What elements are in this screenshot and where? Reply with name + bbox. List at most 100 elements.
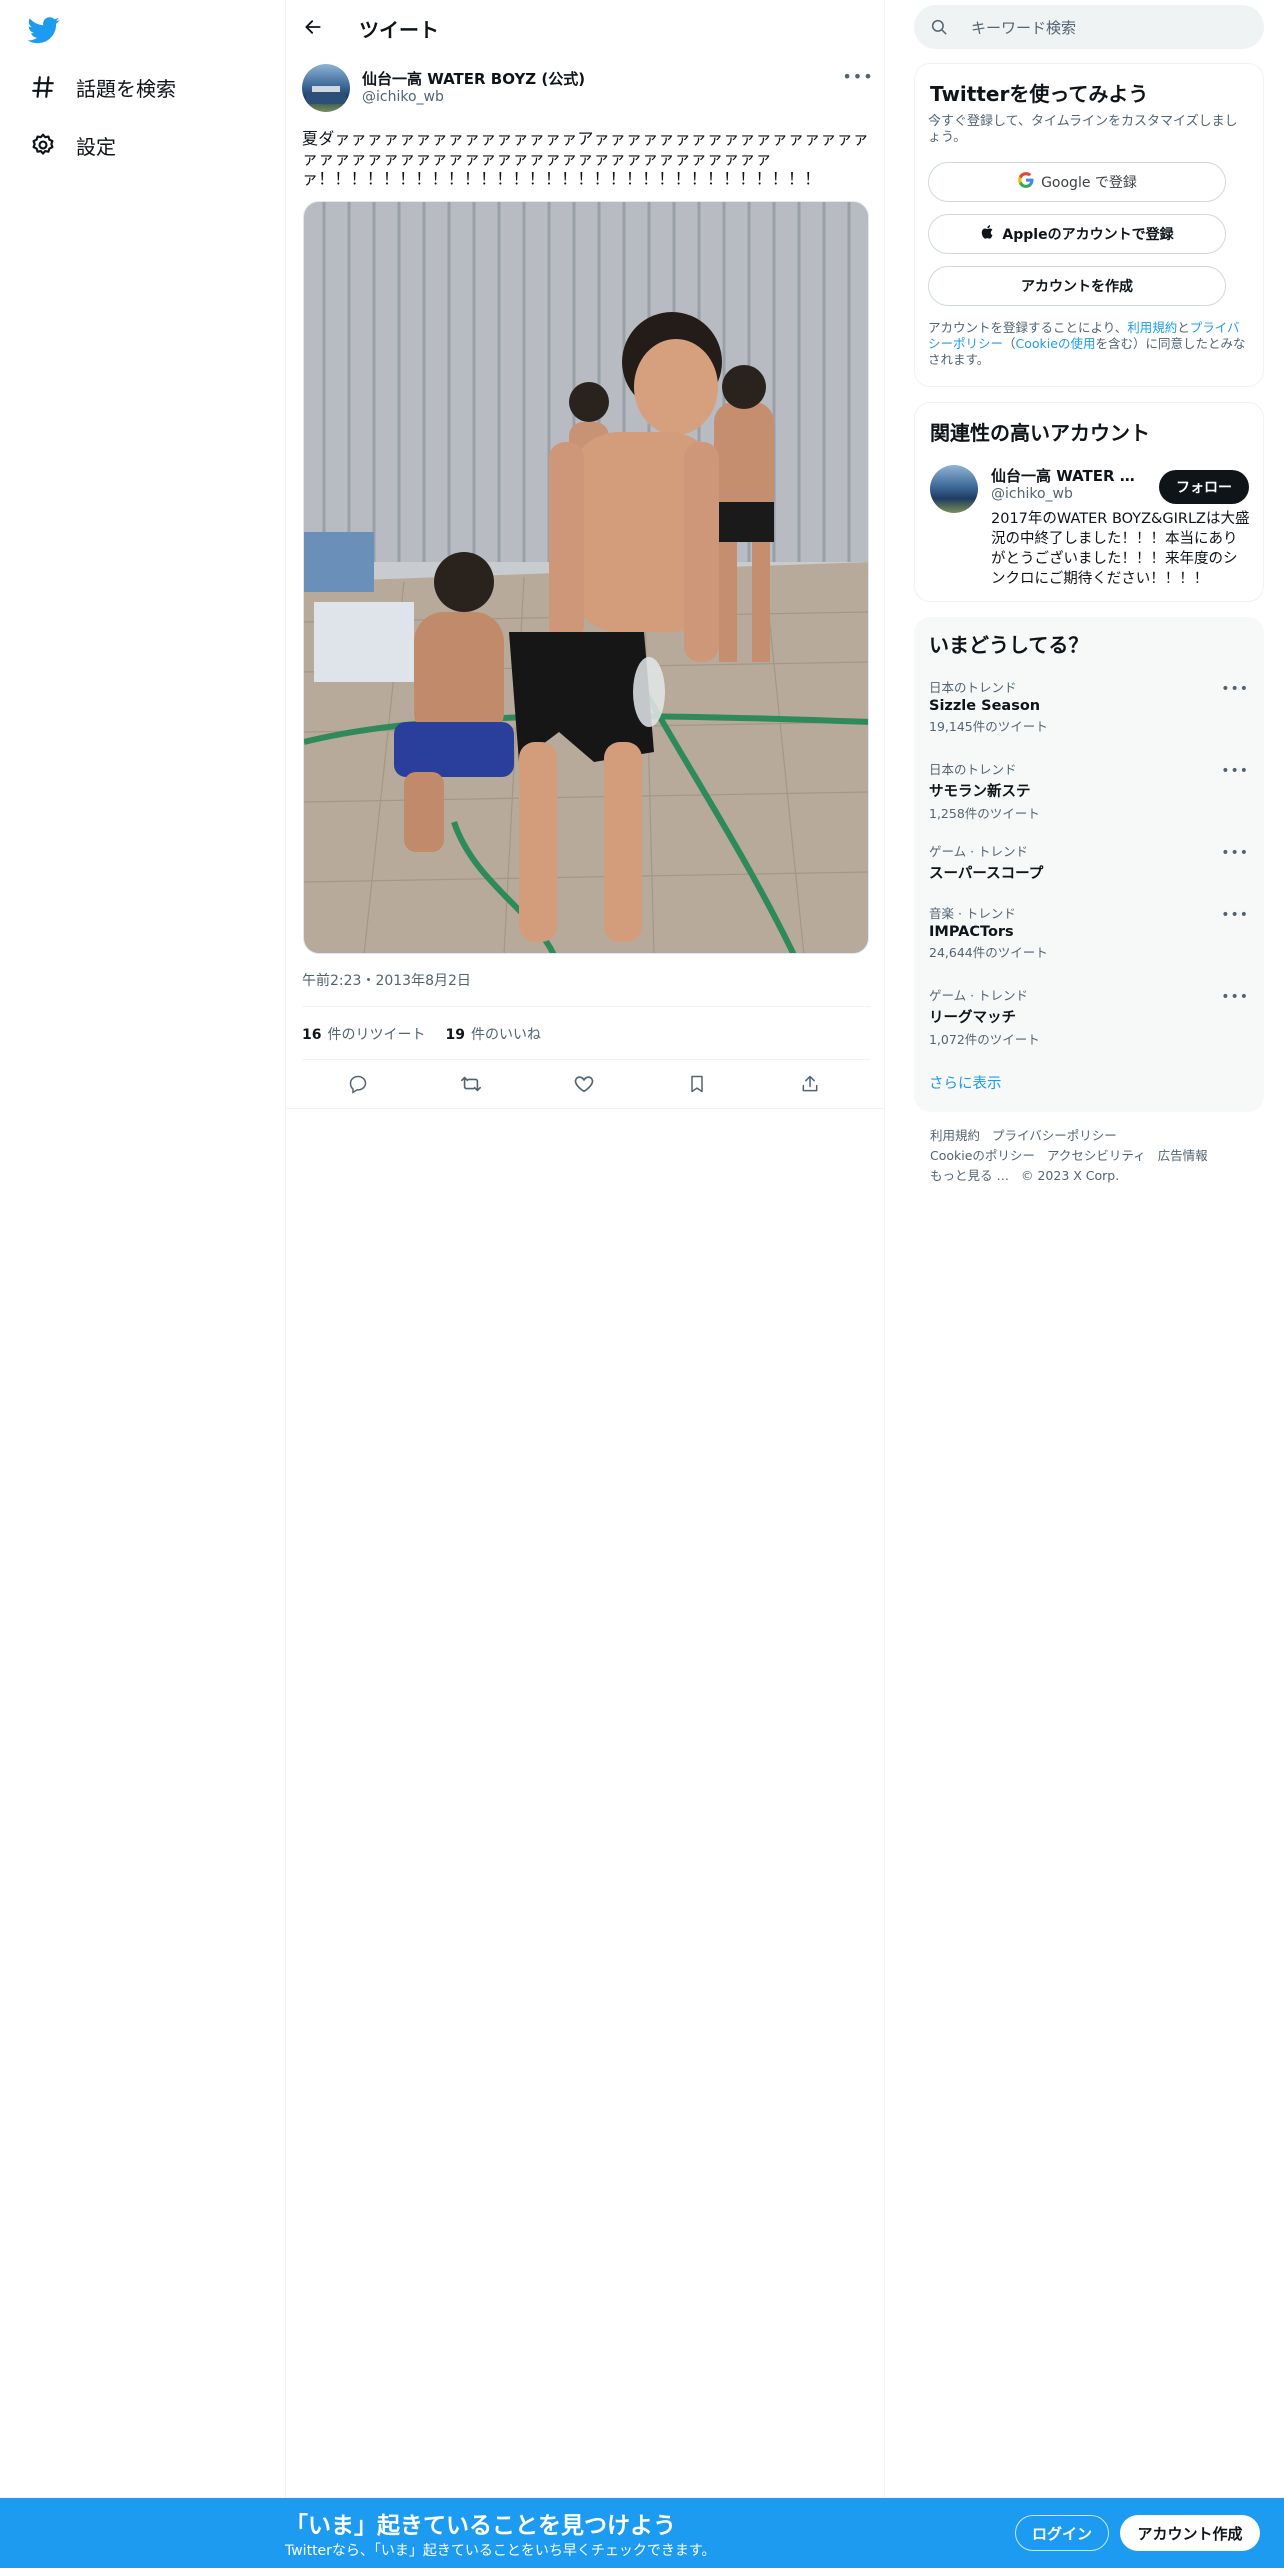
search-input[interactable]: キーワード検索: [914, 5, 1264, 49]
create-account-label: アカウントを作成: [1021, 279, 1133, 295]
terms-prefix: アカウントを登録することにより、: [928, 320, 1128, 335]
footer-link[interactable]: 広告情報: [1158, 1148, 1208, 1163]
trend-item[interactable]: ゲーム · トレンド リーグマッチ 1,072件のツイート •••: [929, 985, 1249, 1047]
login-prompt-bar: 「いま」起きていることを見つけよう Twitterなら、「いま」起きていることを…: [0, 2498, 1284, 2568]
like-icon[interactable]: [570, 1070, 598, 1098]
google-signup-button[interactable]: Google で登録: [928, 162, 1226, 202]
search-icon: [930, 18, 948, 40]
page-title: ツイート: [359, 18, 439, 42]
signup-subtitle: 今すぐ登録して、タイムラインをカスタマイズしましょう。: [928, 114, 1238, 145]
twitter-bird-icon[interactable]: [27, 14, 60, 46]
author-name[interactable]: 仙台一高 WATER BOYZ (公式): [362, 68, 585, 89]
tweet-stats: 16 件のリツイート 19 件のいいね: [302, 1024, 541, 1044]
more-options-icon[interactable]: •••: [1221, 989, 1249, 1005]
tweet-column: ツイート 仙台一高 WATER BOYZ (公式) @ichiko_wb •••…: [285, 0, 885, 2498]
retweets-count: 16: [302, 1027, 322, 1043]
nav-item-label: 設定: [76, 134, 116, 159]
nav-item-explore[interactable]: 話題を検索: [28, 67, 176, 107]
retweet-icon[interactable]: [457, 1070, 485, 1098]
bookmark-icon[interactable]: [683, 1070, 711, 1098]
terms-and: と: [1177, 320, 1190, 335]
header-bar: ツイート: [286, 0, 886, 53]
trend-item[interactable]: 日本のトレンド サモラン新ステ 1,258件のツイート •••: [929, 759, 1249, 821]
trend-context: ゲーム · トレンド: [929, 988, 1029, 1003]
trend-count: 1,258件のツイート: [929, 806, 1040, 821]
trend-name: IMPACTors: [929, 924, 1014, 940]
divider: [302, 1006, 870, 1007]
likes-count: 19: [445, 1027, 465, 1043]
trend-count: 24,644件のツイート: [929, 945, 1048, 960]
trend-item[interactable]: ゲーム · トレンド スーパースコープ •••: [929, 841, 1249, 901]
divider: [286, 1108, 884, 1109]
tweet-photo[interactable]: [303, 201, 869, 954]
footer-links: 利用規約 プライバシーポリシー Cookieのポリシー アクセシビリティ 広告情報 も…: [930, 1126, 1250, 1186]
search-placeholder: キーワード検索: [971, 19, 1077, 37]
trend-count: 19,145件のツイート: [929, 719, 1048, 734]
copyright: © 2023 X Corp.: [1020, 1168, 1120, 1183]
trends-card: いまどうしてる？ 日本のトレンド Sizzle Season 19,145件のツ…: [914, 617, 1264, 1112]
apple-signup-button[interactable]: Appleのアカウントで登録: [928, 214, 1226, 254]
signup-title: Twitterを使ってみよう: [930, 82, 1149, 106]
tweet-actions: [302, 1068, 870, 1100]
trend-context: 音楽 · トレンド: [929, 906, 1016, 921]
trend-context: 日本のトレンド: [929, 762, 1017, 777]
related-account-name[interactable]: 仙台一高 WATER BOYZ (公式): [991, 465, 1141, 486]
trend-name: サモラン新ステ: [929, 784, 1031, 800]
more-options-icon[interactable]: •••: [1221, 681, 1249, 697]
share-icon[interactable]: [796, 1070, 824, 1098]
more-options-icon[interactable]: •••: [1221, 845, 1249, 861]
likes-label: 件のいいね: [470, 1027, 541, 1043]
trend-name: スーパースコープ: [929, 866, 1044, 882]
signup-button[interactable]: アカウント作成: [1120, 2515, 1260, 2551]
author-handle[interactable]: @ichiko_wb: [362, 89, 444, 105]
nav-item-settings[interactable]: 設定: [28, 125, 116, 165]
gear-icon: [28, 130, 58, 160]
footer-link[interactable]: Cookieのポリシー: [930, 1148, 1035, 1163]
related-title: 関連性の高いアカウント: [930, 421, 1150, 445]
trend-name: Sizzle Season: [929, 698, 1041, 714]
footer-link[interactable]: もっと見る …: [930, 1168, 1009, 1183]
trend-count: 1,072件のツイート: [929, 1032, 1040, 1047]
trend-item[interactable]: 音楽 · トレンド IMPACTors 24,644件のツイート •••: [929, 903, 1249, 963]
tweet-author: 仙台一高 WATER BOYZ (公式) @ichiko_wb •••: [302, 64, 873, 114]
hashtag-icon: [28, 72, 58, 102]
apple-icon: [980, 223, 996, 245]
signup-terms: アカウントを登録することにより、利用規約とプライバシーポリシー（Cookieの使…: [928, 320, 1250, 368]
terms-link[interactable]: 利用規約: [1127, 320, 1177, 335]
signup-card: Twitterを使ってみよう 今すぐ登録して、タイムラインをカスタマイズしましょ…: [914, 63, 1264, 387]
related-account-handle[interactable]: @ichiko_wb: [991, 486, 1073, 502]
divider: [302, 1059, 870, 1060]
retweets-stat[interactable]: 16 件のリツイート: [302, 1024, 425, 1044]
more-options-icon[interactable]: •••: [1221, 907, 1249, 923]
avatar[interactable]: [930, 465, 978, 513]
cookie-use-link[interactable]: Cookieの使用: [1016, 336, 1096, 351]
follow-button[interactable]: フォロー: [1159, 470, 1249, 504]
left-nav: 話題を検索 設定: [0, 0, 285, 2568]
footer-link[interactable]: アクセシビリティ: [1047, 1148, 1146, 1163]
apple-signup-label: Appleのアカウントで登録: [1002, 227, 1174, 243]
nav-item-label: 話題を検索: [76, 76, 176, 101]
more-options-icon[interactable]: •••: [1221, 763, 1249, 779]
avatar[interactable]: [302, 64, 350, 112]
bottom-bar-title: 「いま」起きていることを見つけよう: [285, 2513, 676, 2539]
reply-icon[interactable]: [344, 1070, 372, 1098]
footer-link[interactable]: プライバシーポリシー: [992, 1128, 1117, 1143]
back-arrow-icon[interactable]: [298, 12, 328, 42]
retweets-label: 件のリツイート: [327, 1027, 426, 1043]
more-options-icon[interactable]: •••: [842, 66, 872, 86]
related-accounts-card: 関連性の高いアカウント 仙台一高 WATER BOYZ (公式) @ichiko…: [914, 402, 1264, 602]
footer-link[interactable]: 利用規約: [930, 1128, 980, 1143]
tweet-timestamp[interactable]: 午前2:23・2013年8月2日: [302, 970, 471, 990]
trend-context: 日本のトレンド: [929, 680, 1017, 695]
google-signup-label: Google で登録: [1041, 175, 1137, 191]
show-more-link[interactable]: さらに表示: [929, 1072, 1002, 1093]
trend-context: ゲーム · トレンド: [929, 844, 1029, 859]
terms-paren: （: [1003, 336, 1016, 351]
create-account-button[interactable]: アカウントを作成: [928, 266, 1226, 306]
trend-item[interactable]: 日本のトレンド Sizzle Season 19,145件のツイート •••: [929, 677, 1249, 737]
trend-name: リーグマッチ: [929, 1010, 1016, 1026]
related-account-bio: 2017年のWATER BOYZ&GIRLZは大盛況の中終了しました！！！本当に…: [991, 511, 1250, 587]
login-button[interactable]: ログイン: [1015, 2515, 1109, 2551]
likes-stat[interactable]: 19 件のいいね: [445, 1024, 540, 1044]
bottom-bar-subtitle: Twitterなら、「いま」起きていることをいち早くチェックできます。: [285, 2543, 716, 2559]
